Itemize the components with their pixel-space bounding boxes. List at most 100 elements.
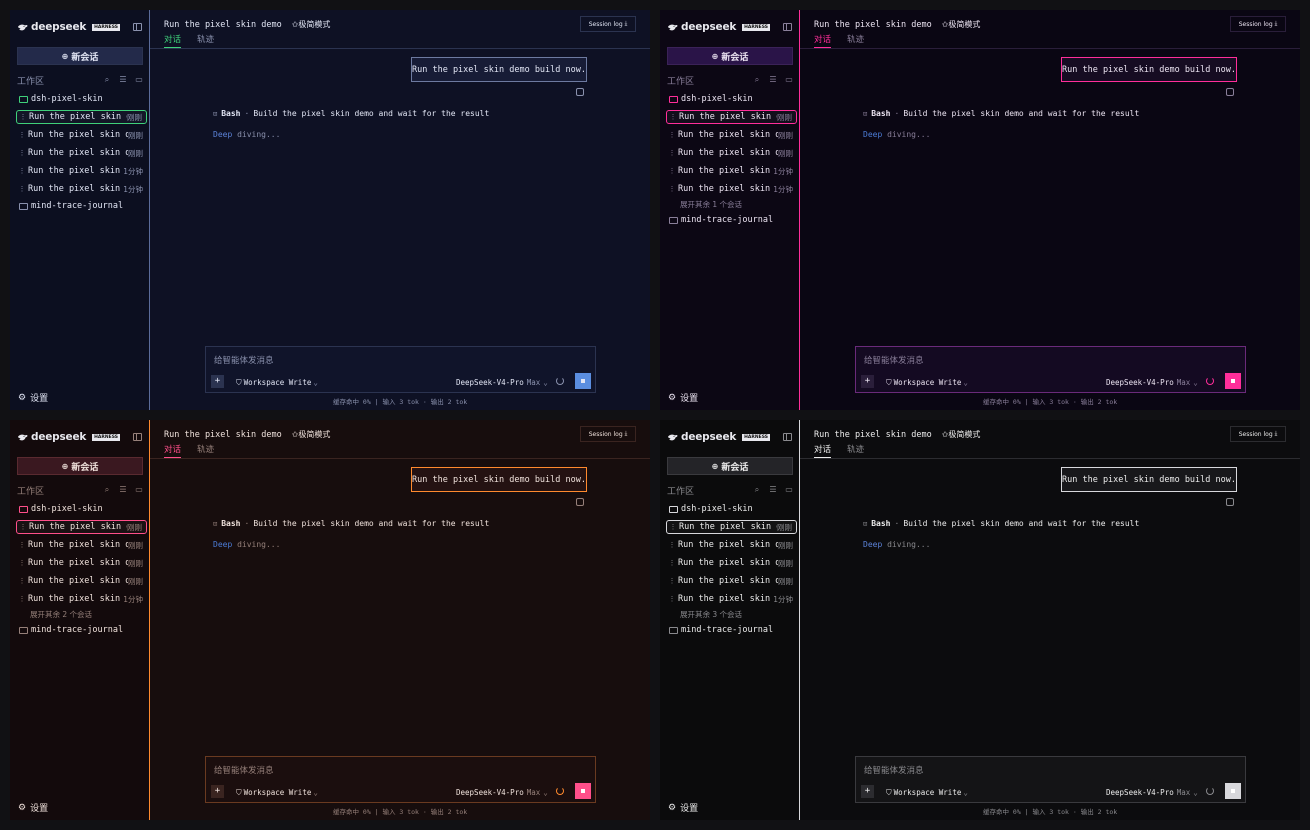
session-item[interactable]: ⋮ Run the pixel skin … 1分钟 (16, 182, 147, 196)
tab-trace[interactable]: 轨迹 (847, 33, 864, 48)
mode-toggle[interactable]: ✩极简模式 (942, 429, 981, 440)
session-log-button[interactable]: Session log ⤓ (1230, 16, 1286, 32)
drag-handle-icon[interactable]: ⋮ (666, 595, 678, 603)
new-folder-icon[interactable]: ▭ (785, 76, 793, 84)
drag-handle-icon[interactable]: ⋮ (667, 113, 679, 121)
model-select[interactable]: DeepSeek-V4-Pro Max ⌄ (1106, 378, 1198, 387)
folder-mind-trace-journal[interactable]: mind-trace-journal (19, 200, 123, 212)
session-item[interactable]: ⋮ Run the pixel skin … 1分钟 (16, 592, 147, 606)
folder-dsh-pixel-skin[interactable]: dsh-pixel-skin (669, 503, 753, 515)
workspace-permission-select[interactable]: ⛉ Workspace Write ⌄ (236, 378, 318, 388)
drag-handle-icon[interactable]: ⋮ (666, 131, 678, 139)
workspace-permission-select[interactable]: ⛉ Workspace Write ⌄ (886, 378, 968, 388)
stop-button[interactable] (1225, 783, 1241, 799)
filter-icon[interactable]: ☰ (769, 486, 777, 494)
search-icon[interactable]: ⌕ (103, 486, 111, 494)
stop-button[interactable] (1225, 373, 1241, 389)
folder-mind-trace-journal[interactable]: mind-trace-journal (19, 624, 123, 636)
expand-more-link[interactable]: 展开其余 2 个会话 (30, 609, 92, 620)
tab-chat[interactable]: 对话 (814, 33, 832, 48)
model-select[interactable]: DeepSeek-V4-Pro Max ⌄ (456, 788, 548, 797)
drag-handle-icon[interactable]: ⋮ (16, 167, 28, 175)
session-item[interactable]: ⋮ Run the pixel skin d… 刚刚 (666, 574, 797, 588)
drag-handle-icon[interactable]: ⋮ (16, 559, 28, 567)
new-folder-icon[interactable]: ▭ (135, 76, 143, 84)
stop-button[interactable] (575, 783, 591, 799)
session-item[interactable]: ⋮ Run the pixel skin d… 刚刚 (16, 146, 147, 160)
brand-logo[interactable]: deepseek HARNESS (667, 21, 770, 33)
folder-mind-trace-journal[interactable]: mind-trace-journal (669, 214, 773, 226)
composer-input[interactable]: 给智能体发消息 (214, 764, 274, 776)
drag-handle-icon[interactable]: ⋮ (666, 185, 678, 193)
drag-handle-icon[interactable]: ⋮ (16, 185, 28, 193)
tab-trace[interactable]: 轨迹 (197, 33, 214, 48)
model-select[interactable]: DeepSeek-V4-Pro Max ⌄ (456, 378, 548, 387)
new-chat-button[interactable]: ⊕ 新会话 (17, 47, 143, 65)
tab-trace[interactable]: 轨迹 (197, 443, 214, 458)
tab-chat[interactable]: 对话 (164, 33, 182, 48)
search-icon[interactable]: ⌕ (103, 76, 111, 84)
filter-icon[interactable]: ☰ (119, 76, 127, 84)
sidebar-collapse-icon[interactable] (783, 23, 792, 31)
new-chat-button[interactable]: ⊕ 新会话 (667, 47, 793, 65)
settings-button[interactable]: ⚙ 设置 (668, 391, 698, 405)
settings-button[interactable]: ⚙ 设置 (18, 801, 48, 815)
settings-button[interactable]: ⚙ 设置 (668, 801, 698, 815)
search-icon[interactable]: ⌕ (753, 486, 761, 494)
copy-icon[interactable] (1226, 498, 1234, 506)
tool-call[interactable]: ⊡ Bash · Build the pixel skin demo and w… (863, 109, 1139, 118)
drag-handle-icon[interactable]: ⋮ (667, 523, 679, 531)
session-item[interactable]: ⋮ Run the pixel skin … 1分钟 (666, 164, 797, 178)
drag-handle-icon[interactable]: ⋮ (16, 131, 28, 139)
drag-handle-icon[interactable]: ⋮ (17, 523, 29, 531)
folder-mind-trace-journal[interactable]: mind-trace-journal (669, 624, 773, 636)
brand-logo[interactable]: deepseek HARNESS (17, 21, 120, 33)
drag-handle-icon[interactable]: ⋮ (17, 113, 29, 121)
stop-button[interactable] (575, 373, 591, 389)
session-item[interactable]: ⋮ Run the pixel skin … 1分钟 (16, 164, 147, 178)
session-log-button[interactable]: Session log ⤓ (580, 16, 636, 32)
session-item[interactable]: ⋮ Run the pixel skin … 1分钟 (666, 592, 797, 606)
session-item[interactable]: ⋮ Run the pixel skin d… 刚刚 (16, 520, 147, 534)
drag-handle-icon[interactable]: ⋮ (666, 559, 678, 567)
filter-icon[interactable]: ☰ (119, 486, 127, 494)
expand-more-link[interactable]: 展开其余 3 个会话 (680, 609, 742, 620)
copy-icon[interactable] (1226, 88, 1234, 96)
session-item[interactable]: ⋮ Run the pixel skin d… 刚刚 (16, 574, 147, 588)
session-item[interactable]: ⋮ Run the pixel skin d… 刚刚 (666, 146, 797, 160)
drag-handle-icon[interactable]: ⋮ (16, 577, 28, 585)
add-attachment-button[interactable]: + (861, 375, 874, 388)
session-item[interactable]: ⋮ Run the pixel skin d… 刚刚 (666, 128, 797, 142)
tab-trace[interactable]: 轨迹 (847, 443, 864, 458)
drag-handle-icon[interactable]: ⋮ (666, 167, 678, 175)
tab-chat[interactable]: 对话 (814, 443, 832, 458)
new-folder-icon[interactable]: ▭ (785, 486, 793, 494)
tool-call[interactable]: ⊡ Bash · Build the pixel skin demo and w… (863, 519, 1139, 528)
folder-dsh-pixel-skin[interactable]: dsh-pixel-skin (669, 93, 753, 105)
session-item[interactable]: ⋮ Run the pixel skin d… 刚刚 (16, 538, 147, 552)
folder-dsh-pixel-skin[interactable]: dsh-pixel-skin (19, 93, 103, 105)
new-chat-button[interactable]: ⊕ 新会话 (667, 457, 793, 475)
composer-input[interactable]: 给智能体发消息 (864, 354, 924, 366)
tool-call[interactable]: ⊡ Bash · Build the pixel skin demo and w… (213, 519, 489, 528)
mode-toggle[interactable]: ✩极简模式 (292, 19, 331, 30)
new-folder-icon[interactable]: ▭ (135, 486, 143, 494)
add-attachment-button[interactable]: + (211, 785, 224, 798)
search-icon[interactable]: ⌕ (753, 76, 761, 84)
workspace-permission-select[interactable]: ⛉ Workspace Write ⌄ (886, 788, 968, 798)
sidebar-collapse-icon[interactable] (783, 433, 792, 441)
mode-toggle[interactable]: ✩极简模式 (942, 19, 981, 30)
session-item[interactable]: ⋮ Run the pixel skin … 1分钟 (666, 182, 797, 196)
workspace-permission-select[interactable]: ⛉ Workspace Write ⌄ (236, 788, 318, 798)
expand-more-link[interactable]: 展开其余 1 个会话 (680, 199, 742, 210)
brand-logo[interactable]: deepseek HARNESS (17, 431, 120, 443)
tool-call[interactable]: ⊡ Bash · Build the pixel skin demo and w… (213, 109, 489, 118)
new-chat-button[interactable]: ⊕ 新会话 (17, 457, 143, 475)
drag-handle-icon[interactable]: ⋮ (666, 541, 678, 549)
add-attachment-button[interactable]: + (861, 785, 874, 798)
session-item[interactable]: ⋮ Run the pixel skin d… 刚刚 (666, 538, 797, 552)
sidebar-collapse-icon[interactable] (133, 433, 142, 441)
composer-input[interactable]: 给智能体发消息 (864, 764, 924, 776)
settings-button[interactable]: ⚙ 设置 (18, 391, 48, 405)
add-attachment-button[interactable]: + (211, 375, 224, 388)
